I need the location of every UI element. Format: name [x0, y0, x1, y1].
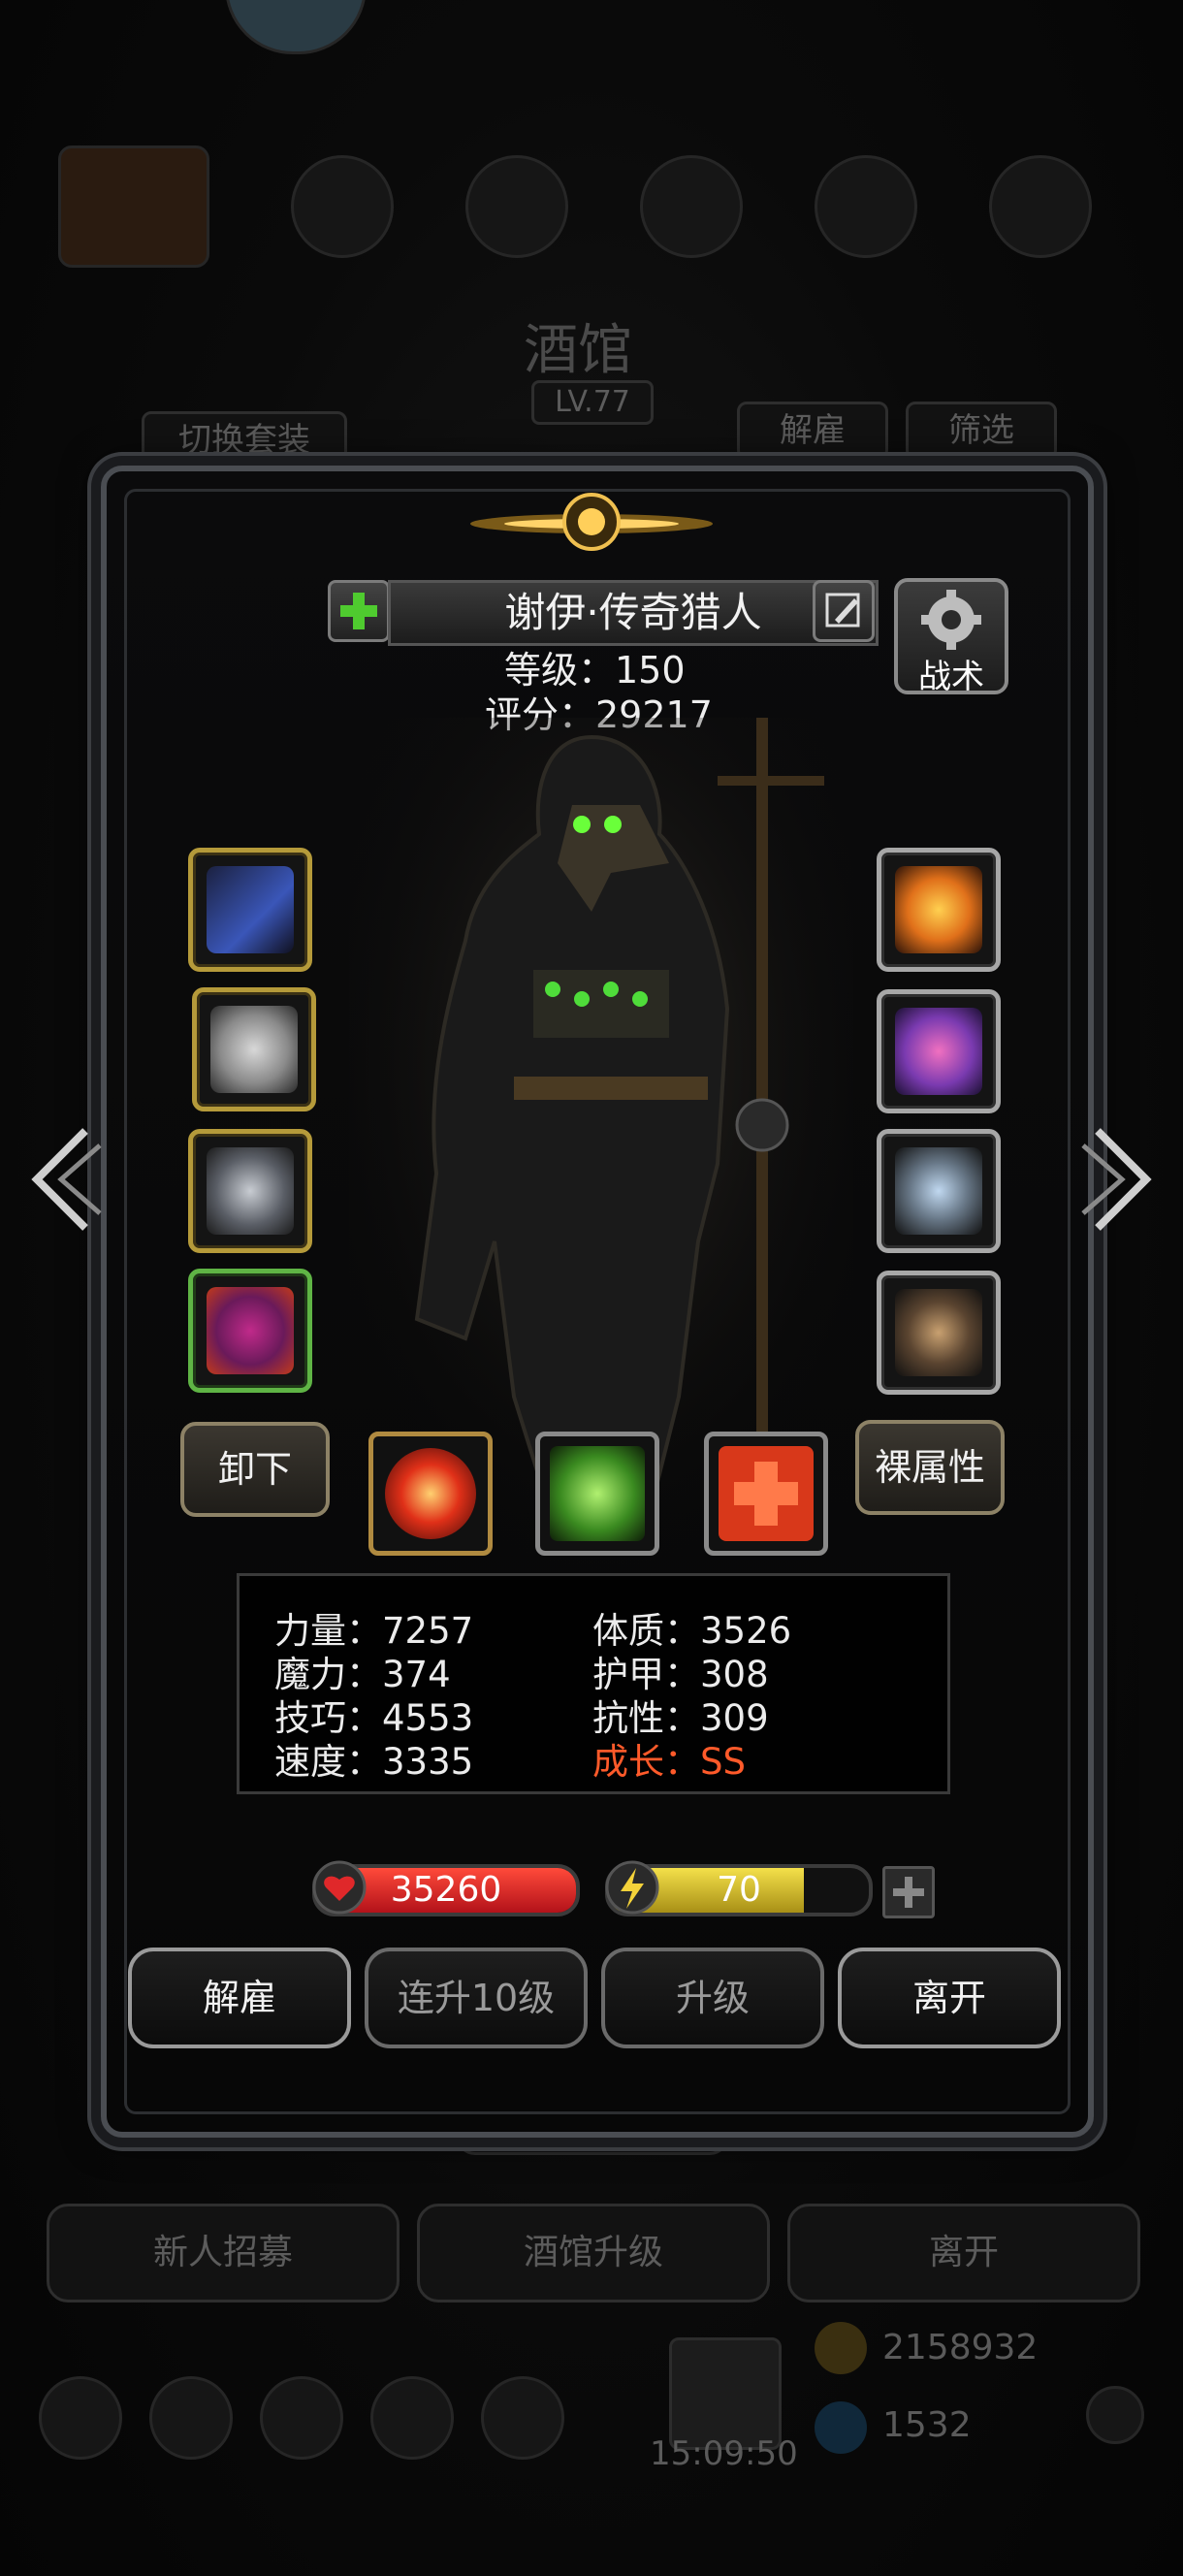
- level-up-button[interactable]: 升级: [601, 1948, 824, 2048]
- gem-icon: [815, 2401, 867, 2454]
- upgrade-tavern-button[interactable]: 酒馆升级: [417, 2204, 770, 2302]
- equip-slot-amulet[interactable]: [877, 1129, 1001, 1253]
- edit-icon: [825, 593, 860, 628]
- plus-icon: [893, 1877, 924, 1908]
- recruit-button[interactable]: 新人招募: [47, 2204, 400, 2302]
- heal-cross-skill-icon: [719, 1446, 814, 1541]
- switch-outfit-tab[interactable]: 切换套装: [142, 411, 347, 469]
- add-energy-button[interactable]: [882, 1866, 935, 1918]
- hero-name: 谢伊·传奇猎人: [388, 580, 879, 646]
- add-icon[interactable]: [1086, 2386, 1144, 2444]
- hero-slot-icon: [465, 155, 568, 258]
- chevron-left-icon: [31, 1128, 102, 1231]
- equip-slot-ring[interactable]: [877, 848, 1001, 972]
- hero-slot-icon: [291, 155, 394, 258]
- dismiss-tab[interactable]: 解雇: [737, 402, 888, 460]
- nav-icon[interactable]: [39, 2376, 122, 2460]
- armor-icon: [210, 1006, 298, 1093]
- chevron-right-icon: [1081, 1128, 1152, 1231]
- crystal-icon: [895, 1008, 982, 1095]
- gold-amount: 2158932: [882, 2328, 1039, 2367]
- nav-icon[interactable]: [370, 2376, 454, 2460]
- leave-button[interactable]: 离开: [838, 1948, 1061, 2048]
- gear-icon: [921, 590, 981, 650]
- hero-slot-icon: [640, 155, 743, 258]
- hero-slot-icon: [989, 155, 1092, 258]
- nav-icon[interactable]: [481, 2376, 564, 2460]
- equip-slot-bracer[interactable]: [877, 1271, 1001, 1395]
- tactics-label: 战术: [918, 658, 984, 696]
- top-icon-row: [39, 145, 1144, 268]
- equip-slot-crystal[interactable]: [877, 989, 1001, 1113]
- plus-icon: [340, 593, 377, 629]
- skulls-skill-icon: [550, 1446, 645, 1541]
- gold-coin-icon: [815, 2322, 867, 2374]
- gift-box-icon[interactable]: [669, 2337, 782, 2450]
- heart-icon: [312, 1860, 367, 1915]
- amulet-icon: [895, 1147, 982, 1235]
- leave-tavern-button[interactable]: 离开: [787, 2204, 1140, 2302]
- add-button[interactable]: [328, 580, 390, 642]
- lightning-icon: [605, 1860, 659, 1915]
- next-hero-button[interactable]: [1078, 1121, 1166, 1238]
- pistol-icon: [207, 866, 294, 953]
- explosion-skill-icon: [385, 1448, 476, 1539]
- dismiss-hero-button[interactable]: 解雇: [128, 1948, 351, 2048]
- equip-slot-helmet[interactable]: [188, 1129, 312, 1253]
- equip-slot-armor[interactable]: [192, 987, 316, 1111]
- attributes-panel: 力量：7257 魔力：374 技巧：4553 速度：3335 体质：3526 护…: [237, 1573, 950, 1794]
- equip-slot-accessory[interactable]: [188, 1269, 312, 1393]
- filter-tab[interactable]: 筛选: [906, 402, 1057, 460]
- tavern-title: 酒馆: [524, 319, 632, 382]
- gem-helm-icon: [207, 1287, 294, 1374]
- gem-amount: 1532: [882, 2405, 972, 2445]
- helmet-icon: [207, 1147, 294, 1235]
- previous-hero-button[interactable]: [17, 1121, 105, 1238]
- rename-button[interactable]: [813, 580, 875, 642]
- nav-icon[interactable]: [260, 2376, 343, 2460]
- skill-slot-2[interactable]: [535, 1432, 659, 1556]
- crest-emblem-icon: [465, 483, 718, 561]
- tactics-button[interactable]: 战术: [894, 578, 1008, 696]
- equip-slot-weapon[interactable]: [188, 848, 312, 972]
- skill-slot-1[interactable]: [368, 1432, 493, 1556]
- level-up-10-button[interactable]: 连升10级: [365, 1948, 588, 2048]
- nav-icon[interactable]: [149, 2376, 233, 2460]
- fire-ring-icon: [895, 866, 982, 953]
- bracer-icon: [895, 1289, 982, 1376]
- hero-portrait-icon: [58, 145, 209, 268]
- tavern-level-badge: LV.77: [531, 380, 654, 425]
- unequip-button[interactable]: 卸下: [180, 1422, 330, 1517]
- bottom-nav: 15:09:50 2158932 1532: [29, 2322, 1154, 2473]
- hero-slot-icon: [815, 155, 917, 258]
- bottom-timer: 15:09:50: [650, 2434, 798, 2473]
- base-attributes-button[interactable]: 裸属性: [855, 1420, 1005, 1515]
- skill-slot-3[interactable]: [704, 1432, 828, 1556]
- stat-growth: 成长：SS: [592, 1741, 746, 1783]
- stat-speed: 速度：3335: [274, 1741, 474, 1783]
